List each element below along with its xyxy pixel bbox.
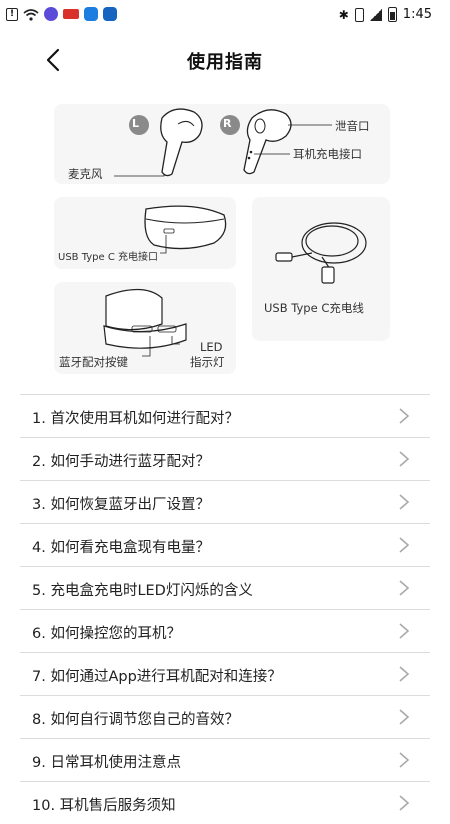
- signal-icon: [369, 8, 382, 21]
- faq-item-text: 4. 如何看充电盒现有电量？: [32, 540, 210, 556]
- faq-item[interactable]: 9. 日常耳机使用注意点: [20, 738, 430, 781]
- bluetooth-icon: ✱: [338, 7, 349, 22]
- faq-item[interactable]: 10. 耳机售后服务须知: [20, 781, 430, 824]
- faq-item[interactable]: 2. 如何手动进行蓝牙配对？: [20, 437, 430, 480]
- faq-item[interactable]: 1. 首次使用耳机如何进行配对？: [20, 394, 430, 437]
- faq-item-text: 9. 日常耳机使用注意点: [32, 755, 181, 771]
- chevron-right-icon: [399, 623, 410, 639]
- faq-item-text: 6. 如何操控您的耳机？: [32, 626, 181, 642]
- mic-label: 麦克风: [68, 167, 103, 181]
- alert-icon: !: [6, 7, 18, 21]
- charge-port-label: 耳机充电接口: [293, 147, 362, 161]
- chevron-right-icon: [399, 537, 410, 553]
- faq-item-text: 3. 如何恢复蓝牙出厂设置？: [32, 497, 210, 513]
- earbuds-illustration-card: L R 泄音口 耳机充电接口 麦克风: [54, 104, 390, 184]
- status-bar: ! ✱ 1:45: [0, 0, 450, 30]
- faq-item[interactable]: 6. 如何操控您的耳机？: [20, 609, 430, 652]
- faq-item-text: 10. 耳机售后服务须知: [32, 798, 176, 814]
- faq-item-text: 7. 如何通过App进行耳机配对和连接？: [32, 669, 282, 685]
- page-title: 使用指南: [187, 52, 263, 73]
- wifi-icon: [23, 8, 39, 21]
- faq-item[interactable]: 8. 如何自行调节您自己的音效？: [20, 695, 430, 738]
- faq-item[interactable]: 4. 如何看充电盒现有电量？: [20, 523, 430, 566]
- faq-list: 1. 首次使用耳机如何进行配对？ 2. 如何手动进行蓝牙配对？ 3. 如何恢复蓝…: [20, 394, 430, 824]
- left-badge: L: [132, 117, 140, 130]
- faq-item[interactable]: 3. 如何恢复蓝牙出厂设置？: [20, 480, 430, 523]
- right-badge: R: [223, 117, 232, 130]
- chevron-right-icon: [399, 494, 410, 510]
- chevron-right-icon: [399, 451, 410, 467]
- chevron-right-icon: [399, 709, 410, 725]
- earbuds-illustration: [114, 108, 332, 177]
- pair-button-label: 蓝牙配对按键: [59, 355, 128, 369]
- cable-label: USB Type C充电线: [264, 301, 364, 315]
- mail-app-icon: [103, 7, 117, 21]
- status-time: 1:45: [402, 7, 432, 22]
- chevron-right-icon: [399, 408, 410, 424]
- store-app-icon: [63, 9, 79, 19]
- chevron-right-icon: [399, 580, 410, 596]
- header: 使用指南: [0, 30, 450, 90]
- vibrate-icon: [354, 7, 364, 22]
- case-open-illustration-card: 蓝牙配对按键 LED 指示灯: [54, 282, 236, 374]
- sync-app-icon: [84, 7, 98, 21]
- chevron-right-icon: [399, 752, 410, 768]
- vent-label: 泄音口: [335, 119, 370, 133]
- usb-port-label: USB Type C 充电接口: [58, 252, 159, 263]
- faq-item[interactable]: 5. 充电盒充电时LED灯闪烁的含义: [20, 566, 430, 609]
- usb-cable-illustration: [275, 222, 367, 284]
- faq-item[interactable]: 7. 如何通过App进行耳机配对和连接？: [20, 652, 430, 695]
- chevron-right-icon: [399, 795, 410, 811]
- faq-item-text: 5. 充电盒充电时LED灯闪烁的含义: [32, 583, 253, 599]
- indicator-label: 指示灯: [190, 355, 225, 369]
- led-label: LED: [200, 340, 223, 354]
- cable-illustration-card: USB Type C充电线: [252, 197, 390, 341]
- chevron-right-icon: [399, 666, 410, 682]
- battery-icon: [387, 7, 397, 22]
- faq-item-text: 8. 如何自行调节您自己的音效？: [32, 712, 239, 728]
- music-app-icon: [44, 7, 58, 21]
- faq-item-text: 2. 如何手动进行蓝牙配对？: [32, 454, 210, 470]
- case-illustration-card: USB Type C 充电接口: [54, 197, 236, 269]
- faq-item-text: 1. 首次使用耳机如何进行配对？: [32, 411, 239, 427]
